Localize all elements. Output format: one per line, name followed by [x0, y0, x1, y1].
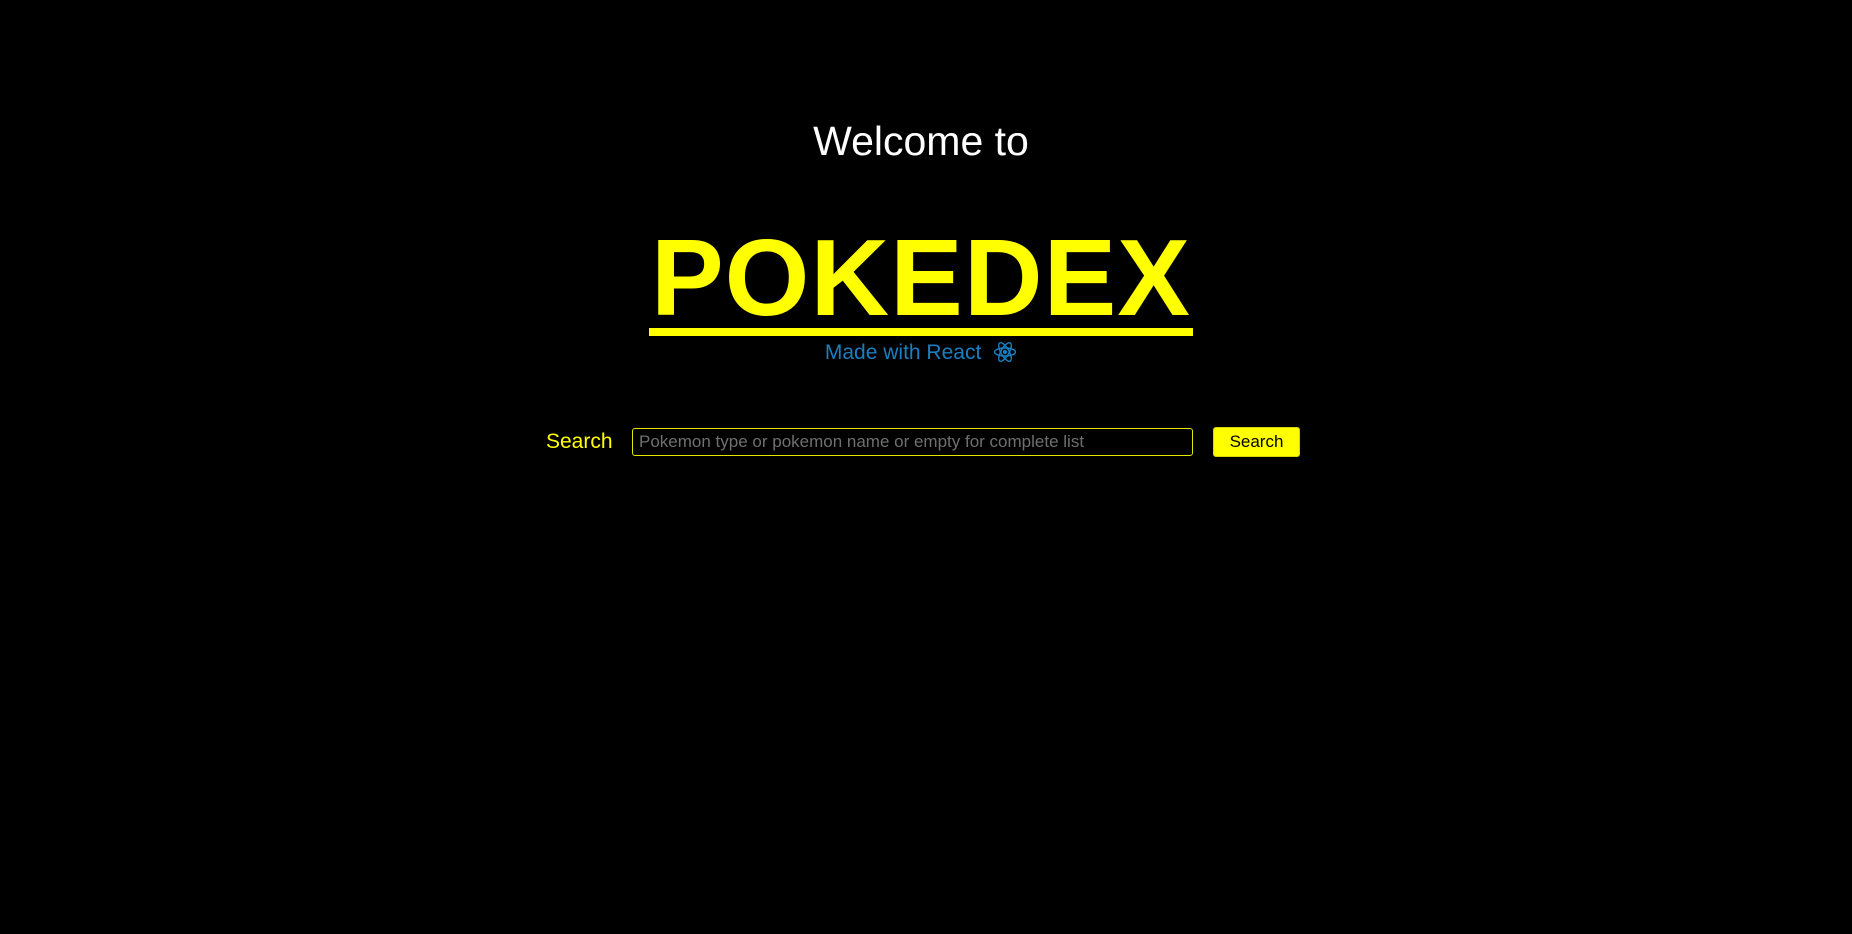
search-form: Search Search	[546, 426, 1300, 458]
search-input[interactable]	[632, 428, 1193, 456]
made-with-line: Made with React	[0, 340, 1842, 366]
react-logo-icon	[993, 340, 1017, 364]
app-title: POKEDEX	[648, 217, 1194, 339]
title-container: POKEDEX	[0, 217, 1842, 339]
page: Welcome to POKEDEX Made with React Searc…	[0, 0, 1852, 934]
search-button[interactable]: Search	[1213, 427, 1300, 457]
search-label: Search	[546, 430, 613, 453]
welcome-heading: Welcome to	[813, 118, 1029, 164]
made-with-text: Made with React	[824, 341, 982, 364]
